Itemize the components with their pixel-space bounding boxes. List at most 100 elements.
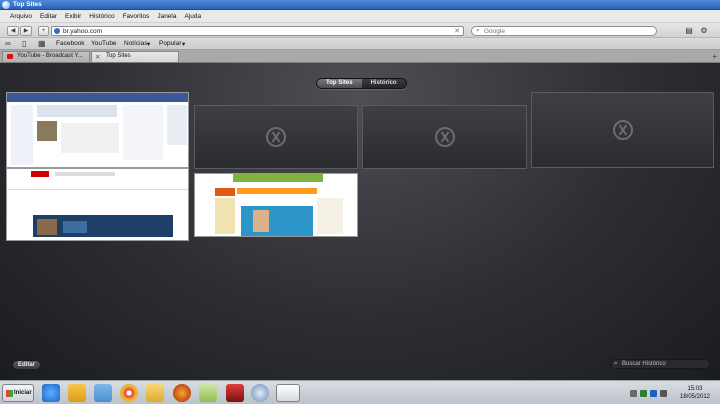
windows-taskbar: Iniciar 15:03 18/05/2012 bbox=[0, 380, 720, 404]
tray-icon[interactable] bbox=[630, 390, 637, 397]
site-thumbnail-empty[interactable] bbox=[194, 105, 358, 169]
menu-janela[interactable]: Janela bbox=[153, 13, 180, 20]
search-input[interactable] bbox=[484, 27, 654, 35]
site-thumbnail-empty[interactable] bbox=[362, 105, 527, 169]
bookmark-facebook[interactable]: Facebook bbox=[56, 40, 85, 47]
reading-list-icon[interactable]: ∞ bbox=[5, 39, 11, 48]
windows-logo-icon bbox=[6, 390, 13, 397]
bookmark-noticias[interactable]: Notícias bbox=[124, 40, 147, 47]
segment-top-sites[interactable]: Top Sites bbox=[317, 79, 362, 88]
safari-icon[interactable] bbox=[251, 384, 269, 402]
facebook-feed bbox=[61, 123, 119, 153]
menu-arquivo[interactable]: Arquivo bbox=[6, 13, 36, 20]
menu-historico[interactable]: Histórico bbox=[85, 13, 118, 20]
search-icon: ⌕ bbox=[476, 27, 480, 34]
tab-youtube[interactable]: YouTube - Broadcast Y... bbox=[2, 51, 90, 62]
bookmarks-book-icon[interactable]: ▯ bbox=[22, 39, 26, 48]
internet-explorer-icon[interactable] bbox=[42, 384, 60, 402]
menu-ajuda[interactable]: Ajuda bbox=[180, 13, 205, 20]
facebook-photo bbox=[37, 121, 57, 141]
app-icon[interactable] bbox=[199, 384, 217, 402]
add-bookmark-button[interactable]: + bbox=[38, 26, 49, 36]
navigation-toolbar: ◀ ▶ + br.yahoo.com ✕ ⌕ ▤ ⚙ bbox=[0, 23, 720, 38]
history-search-field[interactable]: ⌕ Buscar Histórico bbox=[610, 359, 710, 369]
youtube-logo bbox=[31, 171, 49, 177]
clock-date: 18/05/2012 bbox=[679, 394, 711, 400]
yahoo-favicon-icon bbox=[54, 28, 60, 34]
start-button[interactable]: Iniciar bbox=[2, 384, 34, 402]
safari-compass-icon bbox=[434, 127, 455, 147]
network-icon[interactable] bbox=[640, 390, 647, 397]
app-icon[interactable] bbox=[226, 384, 244, 402]
search-icon: ⌕ bbox=[614, 360, 618, 367]
address-bar[interactable]: br.yahoo.com ✕ bbox=[51, 26, 464, 36]
site-thumbnail-youtube[interactable] bbox=[6, 168, 189, 241]
facebook-header bbox=[7, 93, 188, 102]
chevron-down-icon: ▾ bbox=[182, 41, 186, 48]
chevron-down-icon: ▾ bbox=[147, 41, 151, 48]
top-sites-view: Top Sites Histórico Editar ⌕ Buscar Hist… bbox=[0, 63, 720, 380]
segment-historico[interactable]: Histórico bbox=[361, 79, 406, 88]
clock[interactable]: 15:03 18/05/2012 bbox=[674, 385, 716, 401]
utility-icon[interactable] bbox=[94, 384, 112, 402]
jogos-header bbox=[233, 174, 323, 182]
jogos-logo bbox=[215, 188, 235, 196]
search-field[interactable]: ⌕ bbox=[471, 26, 657, 36]
close-icon[interactable]: ✕ bbox=[95, 53, 100, 61]
facebook-sidebar bbox=[11, 105, 33, 165]
youtube-video-thumb bbox=[37, 219, 57, 235]
jogos-left-column bbox=[215, 198, 235, 234]
jogos-menu bbox=[237, 188, 317, 194]
menu-bar: Arquivo Editar Exibir Histórico Favorito… bbox=[0, 10, 720, 23]
chrome-icon[interactable] bbox=[120, 384, 138, 402]
youtube-searchbar bbox=[55, 172, 115, 176]
youtube-divider bbox=[7, 189, 188, 190]
facebook-right-column bbox=[123, 105, 163, 160]
menu-editar[interactable]: Editar bbox=[36, 13, 61, 20]
system-tray: 15:03 18/05/2012 bbox=[626, 383, 718, 403]
forward-button[interactable]: ▶ bbox=[20, 26, 32, 36]
window-titlebar: Top Sites bbox=[0, 0, 720, 10]
bookmark-youtube[interactable]: YouTube bbox=[91, 40, 117, 47]
folder-icon[interactable] bbox=[146, 384, 164, 402]
clock-time: 15:03 bbox=[687, 386, 703, 392]
bluetooth-icon[interactable] bbox=[650, 390, 657, 397]
menu-favoritos[interactable]: Favoritos bbox=[119, 13, 154, 20]
address-url: br.yahoo.com bbox=[63, 28, 103, 35]
gear-icon[interactable]: ⚙ bbox=[698, 26, 710, 36]
bookmarks-bar: ∞ ▯ ▦ Facebook YouTube Notícias ▾ Popula… bbox=[0, 38, 720, 50]
media-player-icon[interactable] bbox=[68, 384, 86, 402]
back-button[interactable]: ◀ bbox=[7, 26, 19, 36]
site-thumbnail-facebook[interactable] bbox=[6, 92, 189, 168]
jogos-right-column bbox=[317, 198, 343, 234]
top-sites-grid-icon[interactable]: ▦ bbox=[38, 39, 46, 48]
window-title: Top Sites bbox=[13, 1, 42, 8]
tab-top-sites[interactable]: ✕ Top Sites bbox=[91, 51, 179, 62]
jogos-character bbox=[253, 210, 269, 232]
view-switcher: Top Sites Histórico bbox=[316, 78, 407, 89]
edit-button[interactable]: Editar bbox=[12, 360, 42, 370]
stop-icon[interactable]: ✕ bbox=[454, 27, 460, 35]
tab-label: Top Sites bbox=[106, 53, 131, 59]
youtube-favicon-icon bbox=[7, 54, 13, 59]
volume-icon[interactable] bbox=[660, 390, 667, 397]
safari-compass-icon bbox=[612, 120, 633, 140]
youtube-video-thumb bbox=[63, 221, 87, 233]
start-label: Iniciar bbox=[14, 390, 32, 396]
site-thumbnail-empty[interactable] bbox=[531, 92, 714, 168]
tab-bar: YouTube - Broadcast Y... ✕ Top Sites + bbox=[0, 50, 720, 63]
safari-app-icon bbox=[2, 1, 10, 9]
jogos-game-panel bbox=[241, 206, 313, 236]
bookmark-popular[interactable]: Popular bbox=[159, 40, 181, 47]
page-menu-icon[interactable]: ▤ bbox=[683, 26, 695, 36]
safari-compass-icon bbox=[266, 127, 286, 147]
menu-exibir[interactable]: Exibir bbox=[61, 13, 85, 20]
active-window-button[interactable] bbox=[276, 384, 300, 402]
facebook-ticker bbox=[167, 105, 187, 145]
site-thumbnail-click-jogos[interactable] bbox=[194, 173, 358, 237]
tab-label: YouTube - Broadcast Y... bbox=[17, 53, 83, 59]
firefox-icon[interactable] bbox=[173, 384, 191, 402]
history-search-placeholder: Buscar Histórico bbox=[622, 361, 666, 367]
new-tab-icon[interactable]: + bbox=[712, 52, 717, 61]
facebook-post bbox=[37, 105, 117, 117]
